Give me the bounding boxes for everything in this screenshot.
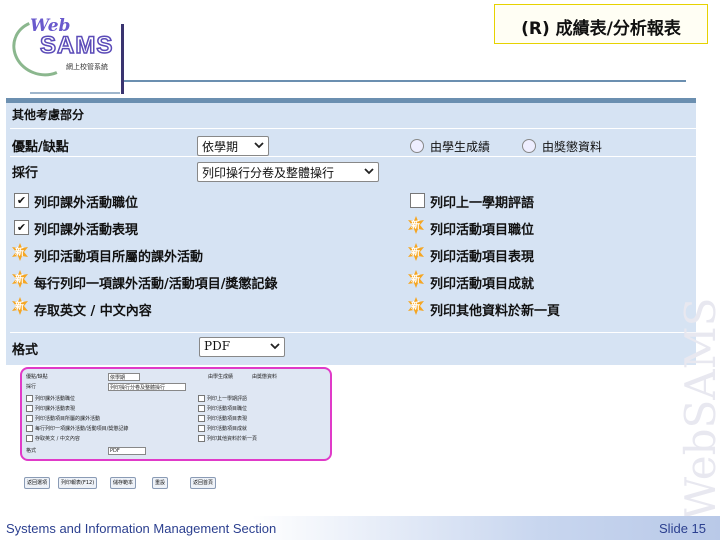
slide-footer: Systems and Information Management Secti… — [0, 516, 720, 540]
preview-button: 返回首頁 — [190, 477, 217, 489]
radio-student-results[interactable] — [410, 139, 424, 153]
chevron-down-icon — [270, 343, 280, 350]
option-checkbox[interactable]: ✔ — [14, 193, 29, 208]
option-label: 列印活動項目職位 — [430, 223, 535, 238]
preview-radio-2-label: 由獎懲資料 — [252, 374, 278, 380]
option-label: 列印活動項目所屬的課外活動 — [34, 250, 204, 265]
logo-subtitle: 網上校管系統 — [66, 63, 108, 71]
option-label: 列印其他資料於新一頁 — [430, 304, 561, 319]
row-divider — [10, 128, 696, 129]
preview-option-checkbox — [198, 405, 205, 412]
slide-number: Slide 15 — [659, 521, 706, 536]
option-label: 列印上一學期評語 — [430, 196, 535, 211]
websams-logo: Web SAMS 網上校管系統 — [4, 11, 122, 85]
preview-sort-select: 列印操行分卷及整體操行 — [108, 383, 186, 391]
chevron-down-icon — [364, 168, 374, 175]
chevron-down-icon — [254, 142, 264, 149]
preview-sort-label: 採行 — [26, 384, 37, 390]
new-feature-badge-icon: 新 — [11, 270, 29, 288]
row-divider — [10, 332, 696, 333]
header-vertical-rule — [121, 24, 124, 94]
panel-heading: 其他考慮部分 — [12, 108, 85, 122]
slide-title-box: (R) 成績表/分析報表 — [494, 4, 708, 44]
preview-option-checkbox — [26, 435, 33, 442]
preview-option-label: 每行列印一項課外活動/活動項目/獎懲記錄 — [35, 426, 129, 432]
new-feature-badge-icon: 新 — [407, 270, 425, 288]
option-label: 列印課外活動職位 — [34, 196, 139, 211]
option-checkbox[interactable] — [410, 193, 425, 208]
preview-option-checkbox — [26, 405, 33, 412]
merit-select[interactable]: 依學期 — [197, 136, 269, 156]
new-feature-badge-icon: 新 — [407, 243, 425, 261]
preview-option-label: 列印上一學期評語 — [207, 396, 248, 402]
preview-option-label: 列印活動項目成就 — [207, 426, 248, 432]
option-label: 列印活動項目表現 — [430, 250, 535, 265]
preview-option-checkbox — [198, 395, 205, 402]
preview-option-label: 列印課外活動職位 — [35, 396, 76, 402]
new-feature-badge-icon: 新 — [407, 297, 425, 315]
merit-select-value: 依學期 — [202, 140, 239, 154]
websams-watermark: WebSAMS — [676, 297, 720, 520]
format-label: 格式 — [12, 343, 39, 358]
preview-option-label: 存取英文 / 中文內容 — [35, 436, 80, 442]
preview-option-checkbox — [26, 395, 33, 402]
slide-title: (R) 成績表/分析報表 — [521, 19, 681, 39]
preview-option-checkbox — [198, 425, 205, 432]
preview-option-label: 列印活動項目所屬的課外活動 — [35, 416, 101, 422]
preview-merit-label: 優點/缺點 — [26, 374, 48, 380]
row-divider — [10, 156, 696, 157]
radio-student-results-label: 由學生成績 — [430, 140, 491, 154]
preview-format-select-value: PDF — [110, 448, 120, 454]
form-preview-thumbnail: 優點/缺點 依學期 由學生成績 由獎懲資料 採行 列印操行分卷及整體操行 列印課… — [20, 367, 332, 461]
preview-option-label: 列印課外活動表現 — [35, 406, 76, 412]
preview-option-label: 列印活動項目表現 — [207, 416, 248, 422]
new-feature-badge-icon: 新 — [11, 243, 29, 261]
radio-award-records-label: 由獎懲資料 — [542, 140, 603, 154]
preview-button: 列印報表(F12) — [58, 477, 98, 489]
merit-label: 優點/缺點 — [12, 140, 69, 155]
preview-format-label: 格式 — [26, 448, 37, 454]
preview-button: 返回選項 — [24, 477, 51, 489]
sort-select[interactable]: 列印操行分卷及整體操行 — [197, 162, 379, 182]
preview-option-checkbox — [26, 415, 33, 422]
preview-button: 儲存範本 — [110, 477, 137, 489]
new-feature-badge-icon: 新 — [11, 297, 29, 315]
other-considerations-panel: 其他考慮部分 優點/缺點 依學期 由學生成績 由獎懲資料 採行 列印操行分卷及整… — [6, 98, 696, 365]
preview-option-label: 列印活動項目職位 — [207, 406, 248, 412]
header-accent-rule — [30, 92, 120, 94]
preview-option-checkbox — [26, 425, 33, 432]
new-feature-badge-icon: 新 — [407, 216, 425, 234]
preview-option-checkbox — [198, 435, 205, 442]
format-select[interactable]: PDF — [199, 337, 285, 357]
preview-sort-select-value: 列印操行分卷及整體操行 — [110, 385, 166, 391]
logo-sams-text: SAMS — [39, 31, 114, 60]
preview-merit-select: 依學期 — [108, 373, 140, 381]
preview-option-checkbox — [198, 415, 205, 422]
sort-select-value: 列印操行分卷及整體操行 — [202, 166, 335, 180]
option-label: 列印課外活動表現 — [34, 223, 139, 238]
preview-option-label: 列印其他資料於新一頁 — [207, 436, 258, 442]
preview-radio-1-label: 由學生成績 — [208, 374, 234, 380]
radio-award-records[interactable] — [522, 139, 536, 153]
footer-section-name: Systems and Information Management Secti… — [6, 521, 277, 536]
option-label: 列印活動項目成就 — [430, 277, 535, 292]
option-label: 每行列印一項課外活動/活動項目/獎懲記錄 — [34, 277, 278, 292]
header-horizontal-rule — [124, 80, 686, 82]
preview-format-select: PDF — [108, 447, 146, 455]
preview-button: 重設 — [152, 477, 169, 489]
format-select-value: PDF — [204, 339, 231, 353]
option-label: 存取英文 / 中文內容 — [34, 304, 152, 319]
option-checkbox[interactable]: ✔ — [14, 220, 29, 235]
preview-merit-select-value: 依學期 — [110, 375, 126, 381]
sort-label: 採行 — [12, 166, 39, 181]
